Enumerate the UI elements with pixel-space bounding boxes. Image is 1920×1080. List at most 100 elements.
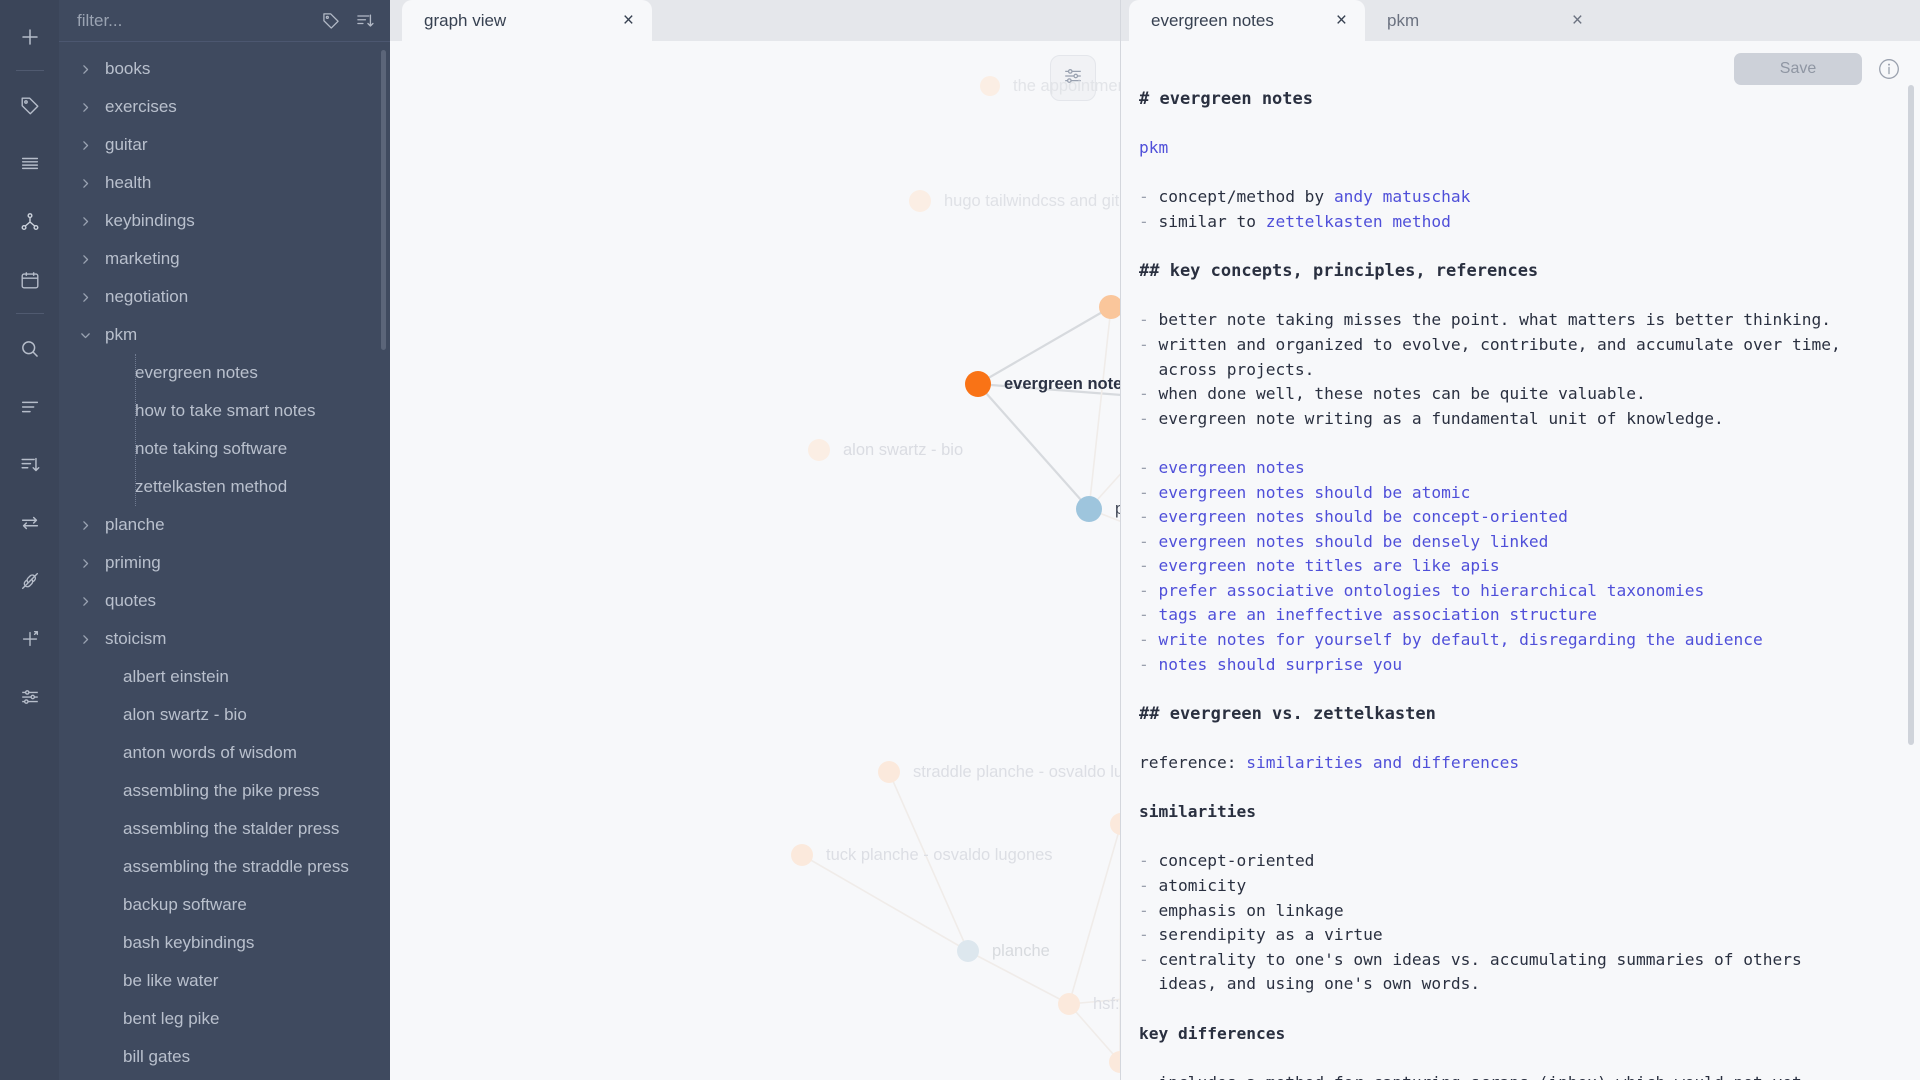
tree-item-assembling-the-stalder-press[interactable]: assembling the stalder press	[59, 810, 390, 848]
graph-node-dot[interactable]	[909, 190, 931, 212]
graph-node-dot[interactable]	[878, 761, 900, 783]
tree-item-note-taking-software[interactable]: note taking software	[59, 430, 390, 468]
sidebar-scrollbar[interactable]	[381, 50, 388, 1074]
tree-folder-quotes[interactable]: quotes	[59, 582, 390, 620]
graph-node-pkm[interactable]: pkm	[1076, 496, 1120, 522]
graph-node-dot[interactable]	[808, 439, 830, 461]
graph-view[interactable]: the appointment in samarra hugo tailwindc…	[390, 41, 1120, 1080]
tree-item-how-to-take-smart-notes[interactable]: how to take smart notes	[59, 392, 390, 430]
note-link[interactable]: tags are an ineffective association stru…	[1159, 605, 1598, 624]
tab-graph-view[interactable]: graph view ×	[402, 0, 652, 41]
graph-node-note-taking-software[interactable]: note taking software	[1099, 295, 1120, 319]
chevron-right-icon[interactable]	[79, 63, 105, 76]
graph-icon[interactable]	[10, 202, 50, 242]
tree-item-bill-gates[interactable]: bill gates	[59, 1038, 390, 1076]
note-link[interactable]: notes should surprise you	[1159, 655, 1403, 674]
tree-item-anton-words-of-wisdom[interactable]: anton words of wisdom	[59, 734, 390, 772]
tab-pkm[interactable]: pkm ×	[1365, 0, 1601, 41]
chevron-right-icon[interactable]	[79, 139, 105, 152]
text-lines-icon[interactable]	[10, 387, 50, 427]
chevron-right-icon[interactable]	[79, 633, 105, 646]
graph-node-dot[interactable]	[1110, 813, 1120, 835]
chevron-right-icon[interactable]	[79, 291, 105, 304]
graph-node-dot[interactable]	[1076, 496, 1102, 522]
chevron-right-icon[interactable]	[79, 557, 105, 570]
tree-folder-exercises[interactable]: exercises	[59, 88, 390, 126]
graph-node-evergreen-notes[interactable]: evergreen notes	[965, 371, 1120, 397]
tag-icon[interactable]	[320, 10, 342, 32]
sort-descending-icon[interactable]	[354, 10, 376, 32]
editor-scroll-thumb[interactable]	[1908, 85, 1914, 745]
swap-arrows-icon[interactable]	[10, 503, 50, 543]
plus-small-icon[interactable]	[10, 619, 50, 659]
chevron-right-icon[interactable]	[79, 101, 105, 114]
note-link[interactable]: evergreen notes should be atomic	[1159, 483, 1471, 502]
note-link[interactable]: pkm	[1139, 138, 1168, 157]
graph-node-dot[interactable]	[1109, 1051, 1120, 1073]
chevron-right-icon[interactable]	[79, 595, 105, 608]
graph-node-hsf-low-press[interactable]: hsf: low press	[1110, 813, 1120, 835]
tree-folder-pkm[interactable]: pkm	[59, 316, 390, 354]
graph-node-alon-swartz-bio[interactable]: alon swartz - bio	[808, 439, 963, 461]
close-icon[interactable]: ×	[1552, 11, 1583, 30]
stack-list-icon[interactable]	[10, 144, 50, 184]
add-icon[interactable]	[10, 17, 50, 57]
tree-item-backup-software[interactable]: backup software	[59, 886, 390, 924]
graph-node-dot[interactable]	[1058, 993, 1080, 1015]
chevron-right-icon[interactable]	[79, 215, 105, 228]
save-button[interactable]: Save	[1734, 53, 1862, 85]
note-link[interactable]: write notes for yourself by default, dis…	[1159, 630, 1763, 649]
graph-node-straddle-planche-osvaldo-lugones[interactable]: straddle planche - osvaldo lugones	[878, 761, 1120, 783]
tree-item-assembling-the-pike-press[interactable]: assembling the pike press	[59, 772, 390, 810]
tree-item-bent-leg-pike[interactable]: bent leg pike	[59, 1000, 390, 1038]
graph-node-hsf-low-press-level-2[interactable]: hsf: low press level 2	[1109, 1051, 1120, 1073]
chevron-down-icon[interactable]	[79, 329, 105, 342]
close-icon[interactable]: ×	[603, 11, 634, 30]
tree-folder-keybindings[interactable]: keybindings	[59, 202, 390, 240]
graph-node-dot[interactable]	[1099, 295, 1120, 319]
note-link[interactable]: zettelkasten method	[1266, 212, 1451, 231]
tree-folder-guitar[interactable]: guitar	[59, 126, 390, 164]
graph-node-dot[interactable]	[791, 844, 813, 866]
broken-link-icon[interactable]	[10, 561, 50, 601]
graph-node-tuck-planche-osvaldo-lugones[interactable]: tuck planche - osvaldo lugones	[791, 844, 1053, 866]
sort-descending-icon[interactable]	[10, 445, 50, 485]
tree-item-assembling-the-straddle-press[interactable]: assembling the straddle press	[59, 848, 390, 886]
note-link[interactable]: andy matuschak	[1334, 187, 1470, 206]
filter-input[interactable]	[77, 10, 308, 31]
tree-folder-planche[interactable]: planche	[59, 506, 390, 544]
tree-folder-health[interactable]: health	[59, 164, 390, 202]
tree-item-be-like-water[interactable]: be like water	[59, 962, 390, 1000]
tree-item-evergreen-notes[interactable]: evergreen notes	[59, 354, 390, 392]
editor-text[interactable]: # evergreen notes pkm - concept/method by …	[1121, 41, 1920, 1080]
graph-node-the-appointment-in-samarra[interactable]: the appointment in samarra	[980, 76, 1120, 96]
sidebar-scroll-thumb[interactable]	[381, 50, 386, 350]
note-link[interactable]: prefer associative ontologies to hierarc…	[1159, 581, 1705, 600]
chevron-right-icon[interactable]	[79, 253, 105, 266]
calendar-icon[interactable]	[10, 260, 50, 300]
editor-surface[interactable]: Save # evergreen notes pkm - concept/metho…	[1121, 41, 1920, 1080]
note-link[interactable]: evergreen notes	[1159, 458, 1305, 477]
tree-folder-stoicism[interactable]: stoicism	[59, 620, 390, 658]
tree-folder-marketing[interactable]: marketing	[59, 240, 390, 278]
tree-item-zettelkasten-method[interactable]: zettelkasten method	[59, 468, 390, 506]
editor-scrollbar[interactable]	[1908, 85, 1917, 1080]
tree-item-bash-keybindings[interactable]: bash keybindings	[59, 924, 390, 962]
tree-folder-books[interactable]: books	[59, 50, 390, 88]
chevron-right-icon[interactable]	[79, 177, 105, 190]
info-icon[interactable]	[1876, 56, 1902, 82]
note-link[interactable]: similarities and differences	[1246, 753, 1519, 772]
tree-folder-negotiation[interactable]: negotiation	[59, 278, 390, 316]
tab-evergreen-notes[interactable]: evergreen notes ×	[1129, 0, 1365, 41]
graph-node-dot[interactable]	[965, 371, 991, 397]
file-tree[interactable]: books exercises guitar health keybindings mar…	[59, 42, 390, 1080]
tag-icon[interactable]	[10, 86, 50, 126]
note-link[interactable]: evergreen note titles are like apis	[1159, 556, 1500, 575]
graph-node-dot[interactable]	[957, 940, 979, 962]
graph-node-hugo-tailwindcss-and-github-pages[interactable]: hugo tailwindcss and github pages	[909, 190, 1120, 212]
note-link[interactable]: evergreen notes should be densely linked	[1159, 532, 1549, 551]
sliders-icon[interactable]	[10, 677, 50, 717]
graph-node-hsf-low-press-level-3[interactable]: hsf: low press level 3	[1058, 993, 1120, 1015]
chevron-right-icon[interactable]	[79, 519, 105, 532]
note-link[interactable]: evergreen notes should be concept-orient…	[1159, 507, 1568, 526]
